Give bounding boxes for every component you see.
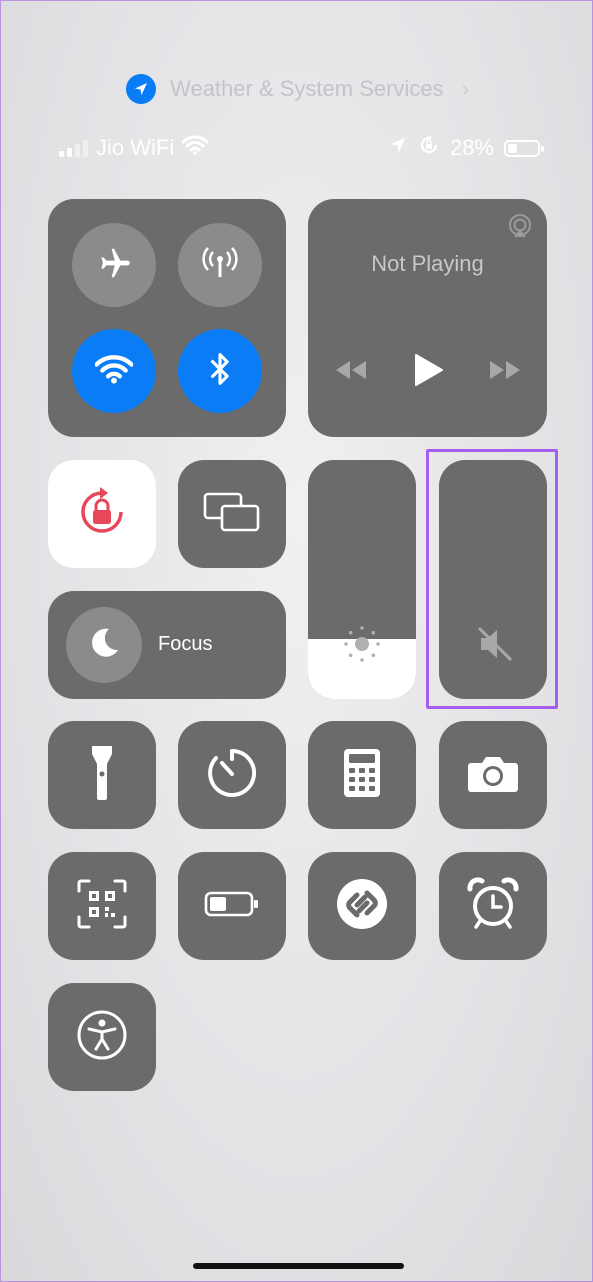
sun-icon <box>342 624 382 669</box>
signal-icon <box>59 139 88 157</box>
screen-mirroring-button[interactable] <box>178 460 286 568</box>
bluetooth-icon <box>208 351 232 392</box>
camera-button[interactable] <box>439 721 547 829</box>
rotation-lock-icon <box>418 134 440 162</box>
home-indicator[interactable] <box>193 1263 404 1269</box>
rewind-icon[interactable] <box>334 359 368 386</box>
qr-code-scanner-button[interactable] <box>48 852 156 960</box>
bluetooth-button[interactable] <box>178 329 262 413</box>
wifi-button[interactable] <box>72 329 156 413</box>
airplane-icon <box>95 244 133 287</box>
focus-button[interactable]: Focus <box>48 591 286 699</box>
alarm-button[interactable] <box>439 852 547 960</box>
accessibility-icon <box>76 1009 128 1066</box>
volume-highlight-box <box>426 449 558 709</box>
low-power-mode-button[interactable] <box>178 852 286 960</box>
battery-percentage: 28% <box>449 135 494 160</box>
fast-forward-icon[interactable] <box>488 359 522 386</box>
now-playing-tile[interactable]: Not Playing <box>308 199 547 437</box>
wifi-icon <box>181 135 209 161</box>
location-banner-text: Weather & System Services <box>170 76 444 101</box>
airplay-icon[interactable] <box>507 213 533 244</box>
calculator-button[interactable] <box>308 721 416 829</box>
focus-moon-circle <box>66 607 142 683</box>
rotation-lock-icon <box>73 483 131 546</box>
camera-icon <box>467 753 519 798</box>
qr-code-icon <box>77 879 127 934</box>
moon-icon <box>87 626 121 665</box>
wifi-icon <box>94 354 134 389</box>
flashlight-button[interactable] <box>48 721 156 829</box>
timer-button[interactable] <box>178 721 286 829</box>
shazam-button[interactable] <box>308 852 416 960</box>
now-playing-label: Not Playing <box>371 251 484 276</box>
play-icon[interactable] <box>412 353 444 392</box>
airplane-mode-button[interactable] <box>72 223 156 307</box>
battery-icon <box>504 139 544 157</box>
location-arrow-icon <box>126 74 157 104</box>
screen-mirroring-icon <box>202 491 262 538</box>
carrier-name: Jio WiFi <box>96 135 175 160</box>
calculator-icon <box>342 747 382 804</box>
battery-icon <box>204 890 260 923</box>
status-bar-left: Jio WiFi <box>59 133 209 163</box>
accessibility-button[interactable] <box>48 983 156 1091</box>
focus-label: Focus <box>158 633 213 655</box>
antenna-icon <box>200 243 240 288</box>
brightness-slider[interactable] <box>308 460 416 699</box>
location-services-banner[interactable]: Weather & System Services › <box>1 71 593 107</box>
orientation-lock-button[interactable] <box>48 460 156 568</box>
alarm-clock-icon <box>466 876 520 936</box>
flashlight-icon <box>90 744 114 807</box>
status-bar-right: 28% <box>388 133 544 163</box>
location-arrow-icon <box>388 135 408 161</box>
chevron-right-icon: › <box>461 76 469 101</box>
cellular-data-button[interactable] <box>178 223 262 307</box>
connectivity-tile <box>48 199 286 437</box>
shazam-icon <box>335 877 389 936</box>
timer-icon <box>206 747 258 804</box>
